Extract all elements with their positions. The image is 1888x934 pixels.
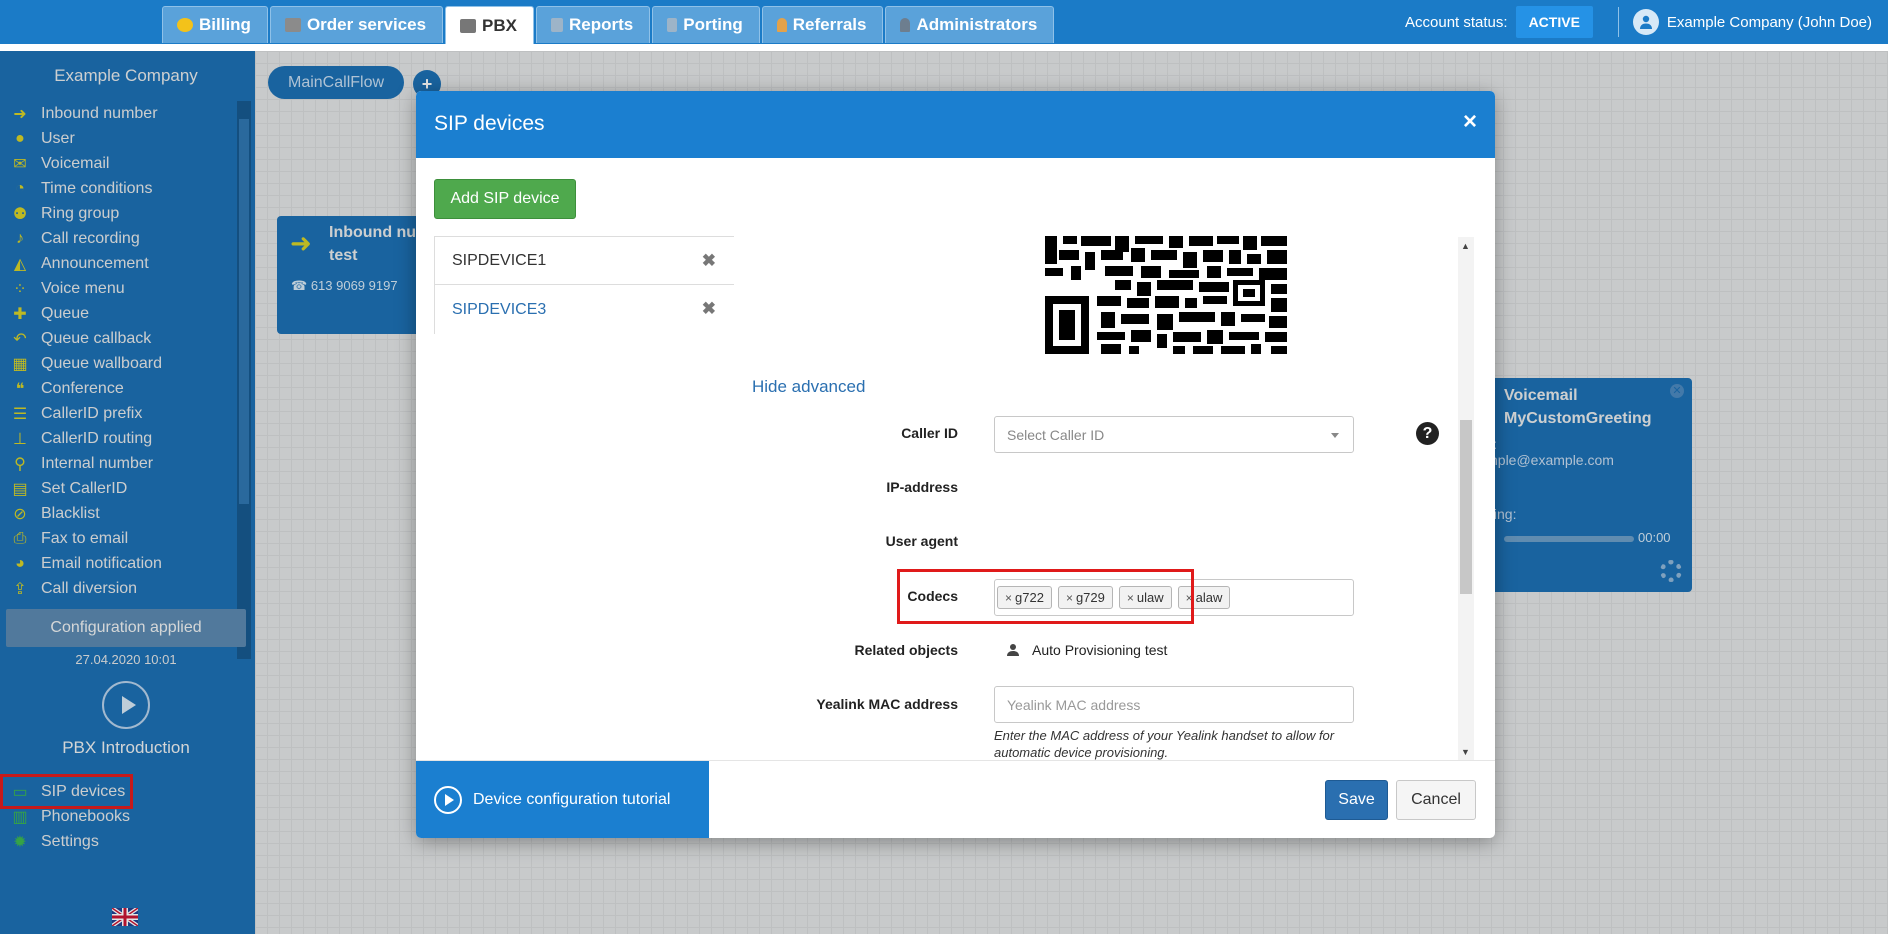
delete-icon[interactable]: ✖: [702, 251, 716, 271]
caller-id-placeholder: Select Caller ID: [1007, 426, 1105, 443]
tutorial-label: Device configuration tutorial: [473, 790, 671, 808]
qr-code-image: [1045, 236, 1287, 354]
play-icon: [434, 785, 462, 814]
related-object-item[interactable]: Auto Provisioning test: [1006, 642, 1167, 658]
scroll-down-icon[interactable]: ▼: [1461, 747, 1470, 757]
device-name: SIPDEVICE3: [452, 300, 547, 318]
delete-icon[interactable]: ✖: [702, 299, 716, 319]
related-object-name: Auto Provisioning test: [1032, 642, 1168, 658]
device-item-sipdevice3[interactable]: SIPDEVICE3 ✖: [434, 285, 734, 334]
modal-scrollbar[interactable]: ▲ ▼: [1458, 237, 1474, 761]
device-name: SIPDEVICE1: [452, 251, 547, 269]
scroll-up-icon[interactable]: ▲: [1461, 241, 1470, 251]
tab-label: Administrators: [916, 15, 1038, 34]
tab-label: PBX: [482, 16, 518, 35]
mac-address-input[interactable]: Yealink MAC address: [994, 686, 1354, 723]
modal-header: SIP devices ×: [416, 91, 1495, 158]
topbar-divider: [0, 44, 1888, 51]
modal-title: SIP devices: [434, 112, 545, 135]
tab-pbx[interactable]: PBX: [445, 6, 535, 45]
cart-icon: [284, 18, 301, 32]
caller-id-label: Caller ID: [901, 425, 958, 441]
account-status-label: Account status:: [1405, 13, 1508, 31]
tab-label: Referrals: [792, 15, 867, 34]
account-menu[interactable]: Example Company (John Doe): [1667, 14, 1872, 31]
tab-referrals[interactable]: Referrals: [761, 6, 884, 43]
user-icon: [1007, 644, 1019, 656]
scrollbar-thumb[interactable]: [1460, 420, 1472, 594]
tab-label: Porting: [683, 15, 743, 34]
close-icon[interactable]: ×: [1463, 108, 1477, 136]
status-badge: ACTIVE: [1515, 6, 1593, 38]
user-avatar-icon: [1639, 15, 1652, 29]
report-icon: [551, 18, 564, 32]
codec-name: alaw: [1195, 590, 1223, 605]
top-navigation-bar: Billing Order services PBX Reports Porti…: [0, 0, 1888, 45]
mac-address-placeholder: Yealink MAC address: [1007, 696, 1141, 713]
divider: [1617, 7, 1619, 37]
cancel-button[interactable]: Cancel: [1396, 780, 1476, 820]
tab-label: Reports: [569, 15, 634, 34]
related-objects-label: Related objects: [854, 642, 958, 658]
help-icon[interactable]: ?: [1416, 422, 1439, 445]
tab-billing[interactable]: Billing: [162, 6, 268, 43]
mac-address-help: Enter the MAC address of your Yealink ha…: [994, 728, 1335, 760]
coins-icon: [177, 18, 193, 32]
tab-order-services[interactable]: Order services: [269, 6, 444, 43]
account-area: Account status: ACTIVE Example Company (…: [1405, 0, 1888, 44]
ip-address-label: IP-address: [886, 479, 958, 495]
chevron-down-icon: [1331, 433, 1339, 438]
device-item-sipdevice1[interactable]: SIPDEVICE1 ✖: [434, 236, 734, 285]
admin-icon: [900, 18, 911, 32]
tab-administrators[interactable]: Administrators: [885, 6, 1055, 43]
tab-label: Billing: [199, 15, 251, 34]
device-list: SIPDEVICE1 ✖ SIPDEVICE3 ✖: [434, 236, 734, 334]
user-agent-label: User agent: [885, 533, 958, 549]
mac-address-label: Yealink MAC address: [816, 696, 958, 712]
tab-reports[interactable]: Reports: [536, 6, 651, 43]
caller-id-select[interactable]: Select Caller ID: [994, 416, 1354, 453]
device-tutorial-button[interactable]: Device configuration tutorial: [416, 761, 709, 838]
tab-label: Order services: [306, 15, 427, 34]
pbx-icon: [460, 19, 477, 33]
tab-porting[interactable]: Porting: [652, 6, 760, 43]
main-tabs: Billing Order services PBX Reports Porti…: [162, 6, 1055, 45]
highlight-box: [897, 569, 1194, 624]
hide-advanced-link[interactable]: Hide advanced: [752, 377, 865, 397]
sip-devices-modal: SIP devices × Add SIP device SIPDEVICE1 …: [416, 91, 1495, 838]
add-sip-device-button[interactable]: Add SIP device: [434, 179, 576, 219]
save-button[interactable]: Save: [1325, 780, 1388, 820]
phone-icon: [667, 18, 678, 32]
person-icon: [776, 18, 787, 32]
avatar[interactable]: [1632, 9, 1659, 35]
